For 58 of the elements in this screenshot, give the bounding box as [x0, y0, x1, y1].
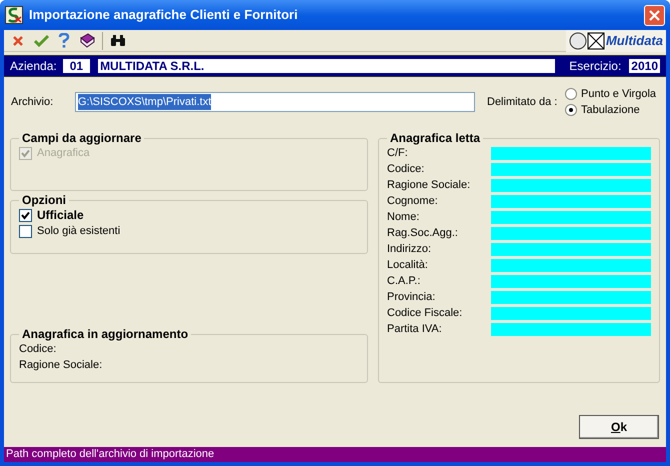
value-field[interactable]: [491, 162, 651, 176]
value-field[interactable]: [491, 274, 651, 288]
field-label: Cognome:: [387, 194, 439, 209]
checkbox[interactable]: [19, 224, 32, 238]
azienda-code: 01: [62, 59, 90, 73]
esercizio-value: 2010: [629, 59, 660, 73]
group-title: Anagrafica in aggiornamento: [21, 327, 190, 341]
value-field[interactable]: [491, 306, 651, 320]
field-label: Codice Fiscale:: [387, 306, 464, 321]
azienda-name: MULTIDATA S.R.L.: [98, 59, 556, 73]
checkbox[interactable]: [19, 208, 32, 222]
archivio-field[interactable]: G:\SISCOXS\tmp\Privati.txt: [75, 92, 475, 112]
field-label: Codice:: [387, 162, 426, 177]
checkbox-label: Anagrafica: [37, 146, 90, 161]
field-label: Codice:: [19, 342, 58, 357]
field-label: Nome:: [387, 210, 420, 225]
logo-text: Multidata: [606, 32, 663, 50]
binoculars-icon[interactable]: [110, 32, 126, 48]
value-field[interactable]: [491, 146, 651, 160]
archivio-label: Archivio:: [11, 94, 54, 110]
field-label: Indirizzo:: [387, 242, 432, 257]
esercizio-label: Esercizio:: [569, 58, 622, 75]
group-title: Opzioni: [21, 193, 67, 207]
check-icon[interactable]: [33, 32, 49, 48]
field-label: Ragione Sociale:: [19, 358, 104, 373]
delimiter-label: Delimitato da :: [487, 94, 558, 110]
window-title: Importazione anagrafiche Clienti e Fornitori: [29, 6, 299, 24]
close-button[interactable]: [644, 4, 665, 26]
field-label: C/F:: [387, 146, 409, 161]
checkbox-label: Solo già esistenti: [37, 224, 120, 239]
radio-button[interactable]: [565, 88, 577, 100]
ok-button[interactable]: Ok: [579, 415, 659, 439]
value-field[interactable]: [491, 194, 651, 208]
field-label: Ragione Sociale:: [387, 178, 472, 193]
field-label: Partita IVA:: [387, 322, 443, 337]
group-title: Campi da aggiornare: [21, 131, 142, 145]
book-icon[interactable]: [79, 32, 95, 48]
value-field[interactable]: [491, 258, 651, 272]
close-icon: [649, 10, 660, 20]
app-icon: [5, 6, 23, 24]
field-label: Rag.Soc.Agg.:: [387, 226, 459, 241]
radio-label: Tabulazione: [581, 102, 640, 118]
azienda-label: Azienda:: [10, 58, 57, 75]
help-icon[interactable]: [56, 32, 72, 48]
field-label: Provincia:: [387, 290, 436, 305]
field-label: Località:: [387, 258, 429, 273]
field-label: C.A.P.:: [387, 274, 422, 289]
checkbox-label: Ufficiale: [37, 207, 84, 224]
value-field[interactable]: [491, 178, 651, 192]
value-field[interactable]: [491, 226, 651, 240]
value-field[interactable]: [491, 290, 651, 304]
group-title: Anagrafica letta: [389, 131, 482, 145]
value-field[interactable]: [491, 242, 651, 256]
radio-button[interactable]: [565, 104, 577, 116]
value-field[interactable]: [491, 210, 651, 224]
status-bar: Path completo dell'archivio di importazione: [4, 447, 666, 462]
value-field[interactable]: [491, 322, 651, 336]
radio-label: Punto e Virgola: [581, 86, 656, 102]
